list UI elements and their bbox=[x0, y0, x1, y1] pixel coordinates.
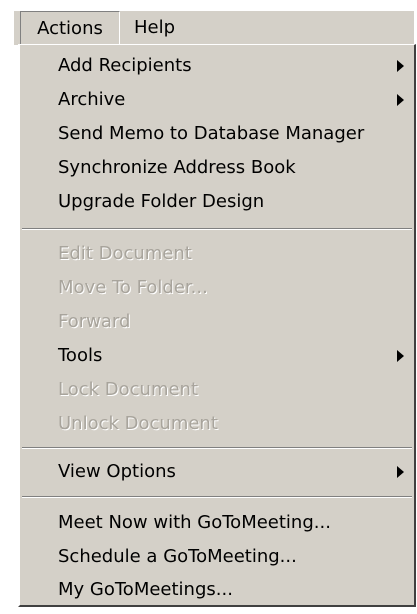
menu-separator bbox=[22, 228, 412, 230]
menu-item-view-options[interactable]: View Options bbox=[20, 457, 414, 487]
menu-item-label: Add Recipients bbox=[58, 55, 192, 76]
menu-item-my-meetings[interactable]: My GoToMeetings... bbox=[20, 575, 414, 605]
menu-item-edit-document[interactable]: Edit Document bbox=[20, 239, 414, 269]
menu-separator bbox=[22, 447, 412, 449]
menu-item-label: Tools bbox=[58, 345, 103, 366]
menu-item-label: View Options bbox=[58, 461, 176, 482]
menu-item-schedule-meeting[interactable]: Schedule a GoToMeeting... bbox=[20, 542, 414, 572]
menu-item-label: Lock Document bbox=[58, 379, 199, 400]
menu-actions[interactable]: Actions bbox=[20, 11, 120, 45]
menu-separator bbox=[22, 496, 412, 498]
chevron-right-icon bbox=[397, 60, 404, 72]
menu-item-tools[interactable]: Tools bbox=[20, 341, 414, 371]
menu-item-send-memo[interactable]: Send Memo to Database Manager bbox=[20, 119, 414, 149]
menu-item-move-to-folder[interactable]: Move To Folder... bbox=[20, 273, 414, 303]
menu-item-label: Move To Folder... bbox=[58, 277, 208, 298]
menu-item-label: Unlock Document bbox=[58, 413, 218, 434]
chevron-right-icon bbox=[397, 94, 404, 106]
menu-item-label: Synchronize Address Book bbox=[58, 157, 296, 178]
menu-item-synchronize-address-book[interactable]: Synchronize Address Book bbox=[20, 153, 414, 183]
chevron-right-icon bbox=[397, 350, 404, 362]
menu-item-lock-document[interactable]: Lock Document bbox=[20, 375, 414, 405]
menu-item-label: Send Memo to Database Manager bbox=[58, 123, 365, 144]
menu-item-label: My GoToMeetings... bbox=[58, 579, 233, 600]
menu-item-forward[interactable]: Forward bbox=[20, 307, 414, 337]
menu-item-archive[interactable]: Archive bbox=[20, 85, 414, 115]
menu-item-label: Upgrade Folder Design bbox=[58, 191, 265, 212]
menu-item-meet-now[interactable]: Meet Now with GoToMeeting... bbox=[20, 508, 414, 538]
menu-item-label: Forward bbox=[58, 311, 131, 332]
menu-item-label: Edit Document bbox=[58, 243, 192, 264]
menu-item-label: Archive bbox=[58, 89, 126, 110]
menu-item-add-recipients[interactable]: Add Recipients bbox=[20, 51, 414, 81]
menu-item-upgrade-folder-design[interactable]: Upgrade Folder Design bbox=[20, 187, 414, 217]
actions-dropdown-menu: Add Recipients Archive Send Memo to Data… bbox=[18, 44, 416, 607]
chevron-right-icon bbox=[397, 466, 404, 478]
menu-item-unlock-document[interactable]: Unlock Document bbox=[20, 409, 414, 439]
menu-help[interactable]: Help bbox=[124, 11, 185, 45]
menu-item-label: Schedule a GoToMeeting... bbox=[58, 546, 297, 567]
menu-item-label: Meet Now with GoToMeeting... bbox=[58, 512, 331, 533]
menu-bar: Actions Help bbox=[14, 10, 414, 45]
